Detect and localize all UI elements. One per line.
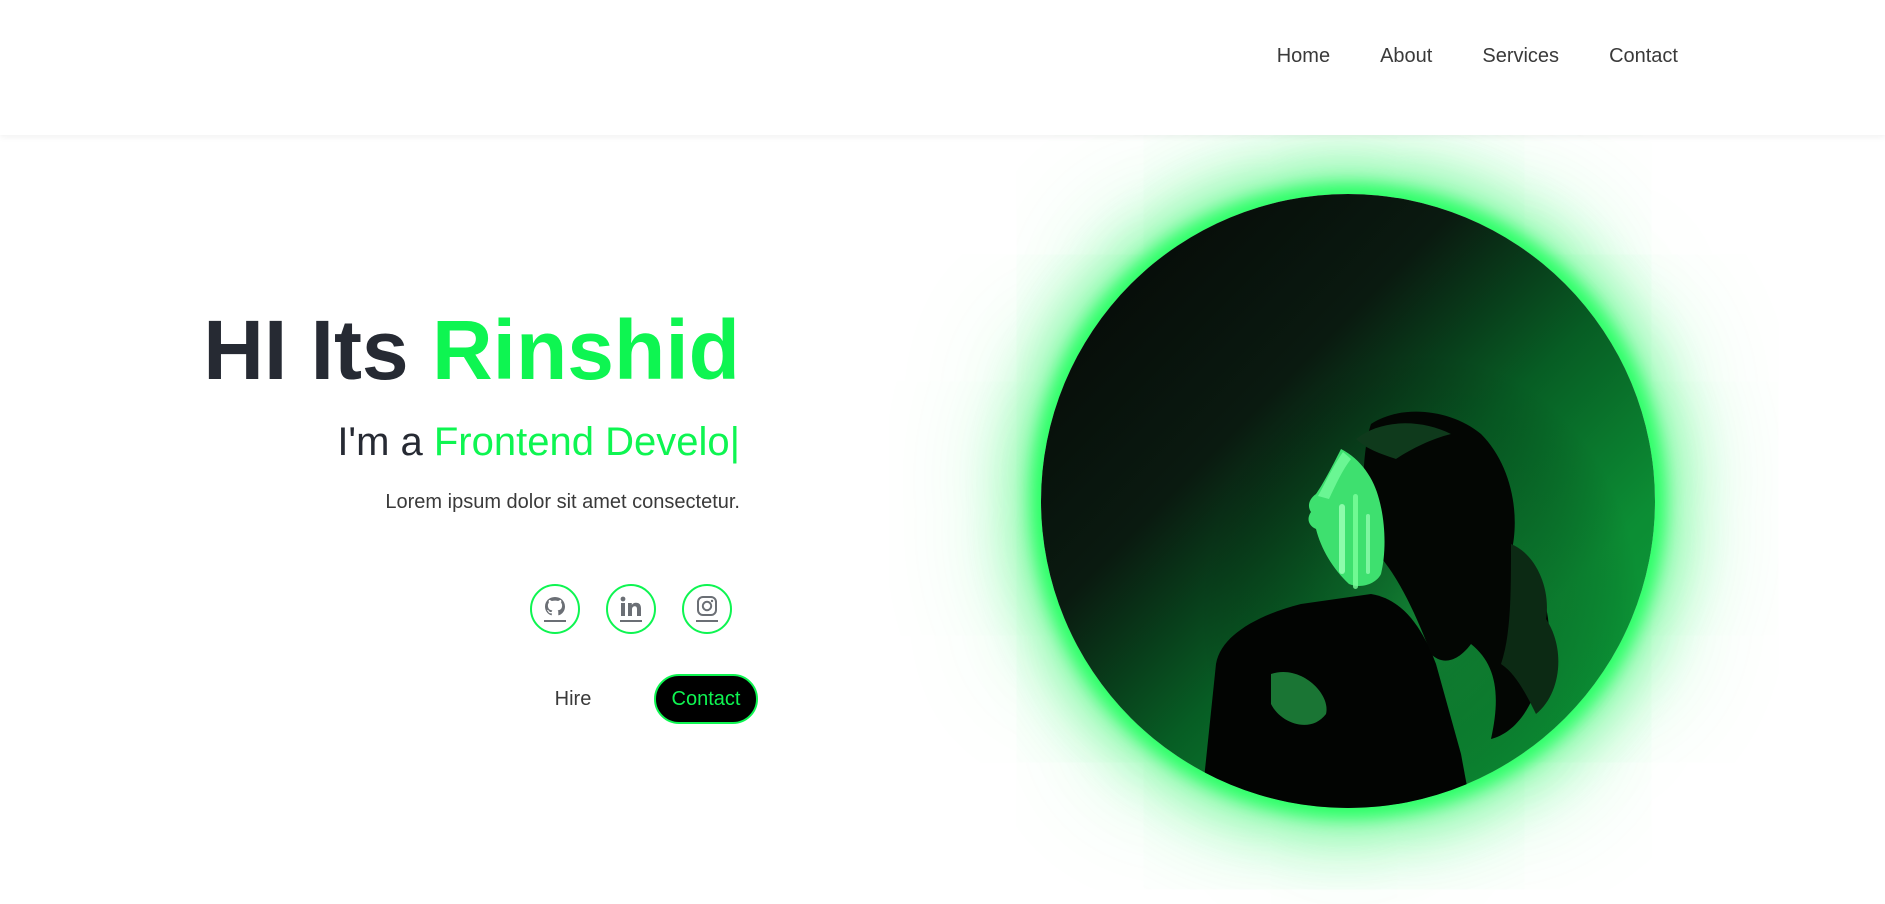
hero-greeting: HI Its [203,303,409,397]
nav-link-services[interactable]: Services [1482,44,1559,68]
linkedin-link[interactable] [606,584,656,634]
instagram-link[interactable] [682,584,732,634]
nav-link-contact[interactable]: Contact [1609,44,1678,68]
hire-button[interactable]: Hire [538,674,608,724]
typing-cursor: | [729,420,740,464]
github-icon [542,594,568,624]
navbar: Home About Services Contact [0,0,1885,135]
linkedin-icon [618,594,644,624]
portrait-image [1201,354,1641,808]
hero-text: HI Its Rinshid I'm a Frontend Develo| Lo… [140,300,740,514]
profile-portrait [1041,194,1655,808]
hero-description: Lorem ipsum dolor sit amet consectetur. [385,491,740,513]
typed-role: Frontend Develo [433,420,730,464]
github-link[interactable] [530,584,580,634]
instagram-icon [694,594,720,624]
nav-link-home[interactable]: Home [1277,44,1330,68]
nav-link-about[interactable]: About [1380,44,1432,68]
hero-sub-prefix: I'm a [337,420,423,464]
hero-name: Rinshid [432,303,740,397]
contact-button[interactable]: Contact [654,674,758,724]
hero-actions: Hire Contact [538,674,758,724]
hero-title: HI Its Rinshid [140,300,740,400]
hero-subtitle: I'm a Frontend Develo| [140,418,740,466]
social-links [530,584,732,634]
nav-menu: Home About Services Contact [1277,44,1678,68]
